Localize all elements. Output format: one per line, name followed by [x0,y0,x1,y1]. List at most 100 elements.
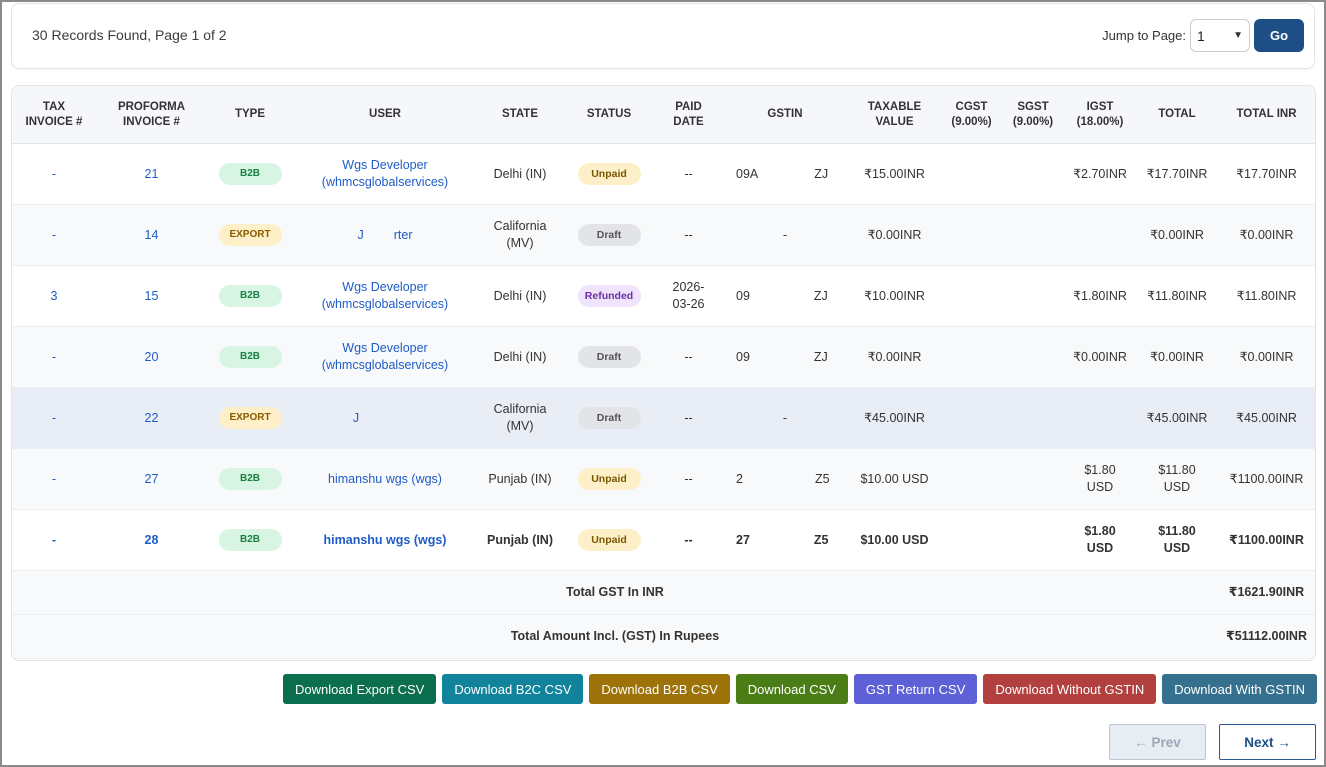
table-cell: ₹0.00INR [848,204,941,266]
table-cell: ₹45.00INR [1136,387,1218,449]
proforma-invoice-link[interactable]: 21 [145,167,159,181]
proforma-invoice-link[interactable]: 14 [145,228,159,242]
download-button[interactable]: Download B2B CSV [589,674,730,704]
table-cell: ₹11.80INR [1218,265,1315,327]
paid-date: -- [684,166,693,181]
download-button[interactable]: Download Without GSTIN [983,674,1157,704]
igst-value: ₹1.80INR [1073,288,1127,303]
table-cell: ₹0.00INR [1136,204,1218,266]
table-cell: J [293,387,477,449]
state-text: Delhi (IN) [493,288,547,303]
table-cell: B2B [207,509,293,571]
table-cell: - [12,448,96,510]
column-header-line: PAID [675,100,702,113]
table-cell: ₹15.00INR [848,143,941,205]
proforma-invoice-link[interactable]: 22 [145,411,159,425]
table-cell: 09 ZJ [722,326,848,388]
table-cell: - [12,143,96,205]
table-cell: ₹45.00INR [1218,387,1315,449]
tax-invoice-link[interactable]: 3 [51,289,58,303]
user-link[interactable]: himanshu wgs (wgs) [324,533,447,547]
gstin-text: 09A [736,166,759,181]
table-row[interactable]: - 21 B2B Wgs Developer (whmcsglobalservices)… [12,143,1315,205]
user-name-line: (whmcsglobalservices) [321,297,449,311]
state-text: (MV) [506,419,534,433]
user-name-line: (whmcsglobalservices) [321,175,449,189]
igst-value: ₹0.00INR [1073,349,1127,364]
status-badge: Draft [577,346,641,368]
user-link[interactable]: Wgs Developer (whmcsglobalservices) [322,158,448,189]
table-row[interactable]: - 27 B2B himanshu wgs (wgs) Punjab (IN) Unpai… [12,448,1315,510]
state-text: California [493,402,547,416]
prev-page-button[interactable]: ← Prev [1109,724,1206,760]
table-row[interactable]: 3 15 B2B Wgs Developer (whmcsglobalservices)… [12,265,1315,327]
table-cell: Punjab (IN) [477,448,563,510]
go-button[interactable]: Go [1254,19,1304,52]
invoice-table: TAX INVOICE # PROFORMA INVOICE # TYPE USER STA… [11,85,1316,661]
table-cell: himanshu wgs (wgs) [293,448,477,510]
table-cell: 28 [96,509,207,571]
user-link[interactable]: Wgs Developer (whmcsglobalservices) [322,280,448,311]
state-text: Punjab (IN) [488,471,552,486]
column-header: USER [293,86,477,144]
table-cell: B2B [207,265,293,327]
column-header-line: STATE [502,108,538,120]
download-button[interactable]: Download B2C CSV [442,674,584,704]
user-name-line: Wgs Developer [342,341,428,355]
pagination: ← Prev Next → [1109,724,1316,760]
igst-value: $1.80 [1084,524,1116,538]
table-cell [941,448,1002,510]
table-cell: Delhi (IN) [477,326,563,388]
state-text: (MV) [506,236,534,250]
proforma-invoice-link[interactable]: 15 [145,289,159,303]
table-cell: $11.80 USD [1136,509,1218,571]
gstin-text: 09 [736,288,750,303]
column-header-line: TAX [42,100,66,113]
user-link[interactable]: Jrter [358,228,413,242]
next-page-button[interactable]: Next → [1219,724,1316,760]
table-cell: -- [655,509,722,571]
download-button[interactable]: Download Export CSV [283,674,437,704]
table-cell: B2B [207,448,293,510]
download-button[interactable]: GST Return CSV [853,674,978,704]
column-header-line: INVOICE # [25,115,83,128]
table-row[interactable]: - 28 B2B himanshu wgs (wgs) Punjab (IN) Unpai… [12,509,1315,571]
table-cell: -- [655,204,722,266]
table-row[interactable]: -14 EXPORT Jrter California (MV) Draft -- - ₹0.0… [12,204,1315,266]
proforma-invoice-link[interactable]: 20 [145,350,159,364]
user-link[interactable]: Wgs Developer (whmcsglobalservices) [322,341,448,372]
table-cell: ₹45.00INR [848,387,941,449]
column-header: TAXABLE VALUE [848,86,941,144]
column-header-line: CGST [955,100,988,113]
column-header-line: TYPE [234,108,266,120]
table-cell [941,204,1002,266]
type-badge: EXPORT [218,224,282,246]
gstin-text: ZJ [814,166,829,181]
page-select[interactable]: 1 ▼ [1190,19,1250,52]
proforma-invoice-link[interactable]: 27 [145,472,159,486]
total-value: ₹45.00INR [1146,410,1208,425]
column-header-line: VALUE [875,115,914,128]
proforma-invoice-link[interactable]: 28 [145,533,159,547]
table-cell: 21 [96,143,207,205]
table-cell [941,265,1002,327]
table-row[interactable]: - 20 B2B Wgs Developer (whmcsglobalservices)… [12,326,1315,388]
gstin-text: ZJ [813,288,828,303]
table-cell: 14 [96,204,207,266]
state-text: California [493,219,547,233]
state-text: Delhi (IN) [493,349,547,364]
user-link[interactable]: J [353,411,417,425]
column-header: TOTAL INR [1218,86,1315,144]
column-header: TYPE [207,86,293,144]
user-link[interactable]: himanshu wgs (wgs) [328,472,442,486]
download-button[interactable]: Download With GSTIN [1162,674,1317,704]
download-button[interactable]: Download CSV [735,674,848,704]
column-header-line: (18.00%) [1076,115,1124,128]
summary-label: Total GST In INR [566,585,664,599]
table-row[interactable]: -22 EXPORT J California (MV) Draft -- - ₹45.00IN… [12,387,1315,449]
chevron-down-icon: ▼ [1233,30,1243,41]
table-cell: Jrter [293,204,477,266]
table-cell: - [722,387,848,449]
column-header: PROFORMA INVOICE # [96,86,207,144]
paid-date: -- [684,410,693,425]
